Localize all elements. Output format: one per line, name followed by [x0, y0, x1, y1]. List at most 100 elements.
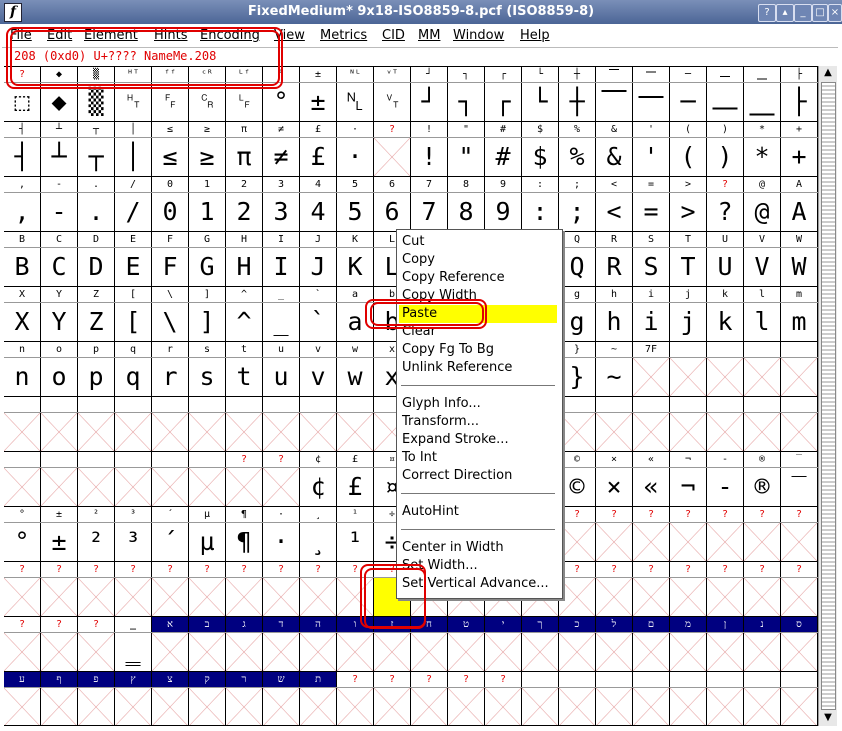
glyph-label[interactable]: כ	[559, 617, 596, 633]
glyph-cell[interactable]: ├	[781, 83, 818, 121]
glyph-label[interactable]: ─	[670, 67, 707, 83]
glyph-label[interactable]: )	[707, 122, 744, 138]
glyph-label[interactable]: ├	[781, 67, 818, 83]
glyph-cell[interactable]	[189, 468, 226, 506]
glyph-cell[interactable]: 5	[337, 193, 374, 231]
glyph-cell[interactable]	[78, 468, 115, 506]
glyph-label[interactable]: ·	[337, 122, 374, 138]
maximize-icon[interactable]: □	[812, 4, 828, 22]
glyph-cell[interactable]: ≤	[152, 138, 189, 176]
glyph-label[interactable]: ³	[115, 507, 152, 523]
glyph-cell[interactable]	[670, 413, 707, 451]
glyph-label[interactable]: -	[41, 177, 78, 193]
ctx-item-paste[interactable]: Paste	[399, 305, 557, 323]
glyph-label[interactable]: ?	[4, 617, 41, 633]
glyph-label[interactable]: Y	[41, 287, 78, 303]
glyph-label[interactable]: 0	[152, 177, 189, 193]
glyph-cell[interactable]	[670, 633, 707, 671]
glyph-label[interactable]: I	[263, 232, 300, 248]
glyph-label[interactable]: k	[707, 287, 744, 303]
glyph-cell[interactable]: ?	[707, 193, 744, 231]
menu-cid[interactable]: CID	[382, 28, 405, 43]
glyph-cell[interactable]: g	[559, 303, 596, 341]
glyph-label[interactable]: %	[559, 122, 596, 138]
glyph-cell[interactable]: l	[744, 303, 781, 341]
glyph-cell[interactable]: [	[115, 303, 152, 341]
glyph-cell[interactable]: m	[781, 303, 818, 341]
glyph-cell[interactable]	[596, 413, 633, 451]
glyph-cell[interactable]	[115, 468, 152, 506]
glyph-cell[interactable]	[781, 523, 818, 561]
glyph-cell[interactable]: j	[670, 303, 707, 341]
glyph-label[interactable]: י	[485, 617, 522, 633]
glyph-cell[interactable]: J	[300, 248, 337, 286]
glyph-cell[interactable]	[337, 688, 374, 726]
glyph-label[interactable]: *	[744, 122, 781, 138]
glyph-cell[interactable]	[115, 688, 152, 726]
glyph-label[interactable]: ²	[78, 507, 115, 523]
glyph-cell[interactable]: A	[781, 193, 818, 231]
ctx-item-correct-direction[interactable]: Correct Direction	[402, 467, 512, 485]
glyph-label[interactable]: פ	[78, 672, 115, 688]
glyph-cell[interactable]	[670, 358, 707, 396]
glyph-cell[interactable]	[411, 688, 448, 726]
glyph-cell[interactable]: Z	[78, 303, 115, 341]
glyph-cell[interactable]	[559, 578, 596, 616]
glyph-cell[interactable]: ®	[744, 468, 781, 506]
glyph-label[interactable]	[4, 452, 41, 468]
glyph-cell[interactable]	[41, 633, 78, 671]
glyph-label[interactable]: ┤	[4, 122, 41, 138]
ctx-item-copy-width[interactable]: Copy Width	[402, 287, 477, 305]
glyph-cell[interactable]	[596, 523, 633, 561]
glyph-label[interactable]: m	[781, 287, 818, 303]
glyph-cell[interactable]: G	[189, 248, 226, 286]
glyph-label[interactable]: ¹	[337, 507, 374, 523]
glyph-label[interactable]	[115, 452, 152, 468]
glyph-cell[interactable]: K	[337, 248, 374, 286]
glyph-cell[interactable]: ²	[78, 523, 115, 561]
glyph-label[interactable]: ᴴᵀ	[115, 67, 152, 83]
glyph-label[interactable]	[670, 342, 707, 358]
glyph-label[interactable]: +	[781, 122, 818, 138]
glyph-cell[interactable]: ⎽	[744, 83, 781, 121]
ctx-item-unlink-reference[interactable]: Unlink Reference	[402, 359, 512, 377]
glyph-label[interactable]: ס	[781, 617, 818, 633]
glyph-label[interactable]: ת	[300, 672, 337, 688]
glyph-label[interactable]	[337, 397, 374, 413]
glyph-label[interactable]: ?	[411, 672, 448, 688]
glyph-cell[interactable]	[744, 413, 781, 451]
glyph-label[interactable]: o	[41, 342, 78, 358]
glyph-cell[interactable]: 4	[300, 193, 337, 231]
glyph-cell[interactable]	[559, 688, 596, 726]
glyph-cell[interactable]	[596, 633, 633, 671]
glyph-label[interactable]: ±	[41, 507, 78, 523]
glyph-label[interactable]: ע	[4, 672, 41, 688]
glyph-label[interactable]: ¸	[300, 507, 337, 523]
glyph-cell[interactable]: £	[337, 468, 374, 506]
glyph-cell[interactable]: w	[337, 358, 374, 396]
glyph-label[interactable]: l	[744, 287, 781, 303]
glyph-label[interactable]: ?	[78, 617, 115, 633]
glyph-label[interactable]: ?	[596, 562, 633, 578]
glyph-label[interactable]: ¬	[670, 452, 707, 468]
glyph-label[interactable]: ?	[744, 562, 781, 578]
glyph-cell[interactable]: °	[4, 523, 41, 561]
glyph-label[interactable]: <	[596, 177, 633, 193]
glyph-label[interactable]: ו	[337, 617, 374, 633]
glyph-cell[interactable]	[226, 578, 263, 616]
glyph-cell[interactable]: q	[115, 358, 152, 396]
glyph-label[interactable]: א	[152, 617, 189, 633]
glyph-label[interactable]: π	[226, 122, 263, 138]
glyph-label[interactable]: p	[78, 342, 115, 358]
glyph-label[interactable]: ?	[559, 562, 596, 578]
glyph-cell[interactable]: E	[115, 248, 152, 286]
glyph-label[interactable]: 2	[226, 177, 263, 193]
glyph-cell[interactable]: C	[41, 248, 78, 286]
glyph-cell[interactable]	[744, 523, 781, 561]
glyph-label[interactable]: ?	[596, 507, 633, 523]
glyph-cell[interactable]	[189, 688, 226, 726]
glyph-label[interactable]	[633, 397, 670, 413]
glyph-label[interactable]: [	[115, 287, 152, 303]
glyph-cell[interactable]: ◆	[41, 83, 78, 121]
glyph-label[interactable]: °	[4, 507, 41, 523]
